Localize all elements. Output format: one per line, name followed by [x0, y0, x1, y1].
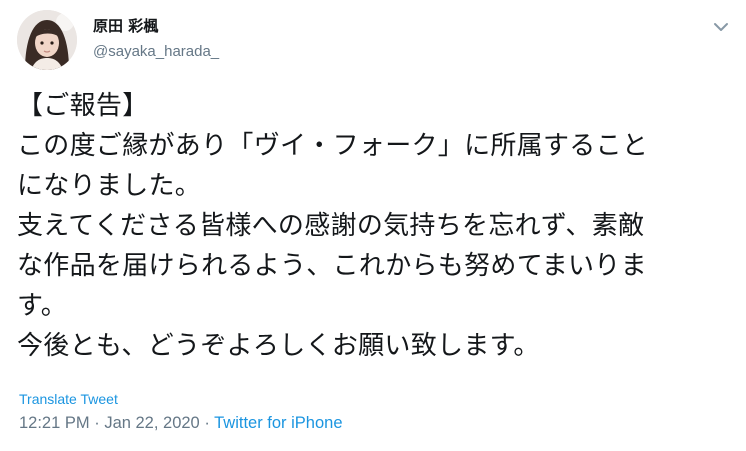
tweet-text: 【ご報告】 この度ご縁があり「ヴイ・フォーク」に所属すること になりました。 支… [17, 86, 729, 366]
avatar-photo [17, 10, 77, 70]
tweet-card: 原田 彩楓 @sayaka_harada_ 【ご報告】 この度ご縁があり「ヴイ・… [0, 0, 746, 451]
source-link[interactable]: Twitter for iPhone [214, 414, 342, 432]
avatar[interactable] [17, 10, 77, 70]
tweet-text-line: この度ご縁があり「ヴイ・フォーク」に所属すること [17, 131, 649, 161]
tweet-date[interactable]: Jan 22, 2020 [104, 414, 199, 432]
display-name[interactable]: 原田 彩楓 [93, 16, 219, 36]
tweet-text-line: な作品を届けられるよう、これからも努めてまいりま [17, 251, 647, 281]
tweet-text-line: 今後とも、どうぞよろしくお願い致します。 [17, 331, 540, 361]
tweet-header: 原田 彩楓 @sayaka_harada_ [17, 10, 732, 74]
author-names: 原田 彩楓 @sayaka_harada_ [93, 16, 219, 62]
tweet-text-line: になりました。 [17, 171, 202, 201]
translate-tweet-link[interactable]: Translate Tweet [19, 391, 118, 407]
tweet-time[interactable]: 12:21 PM [19, 414, 90, 432]
chevron-down-icon[interactable] [710, 16, 732, 38]
tweet-metadata: 12:21 PM · Jan 22, 2020 · Twitter for iP… [19, 413, 343, 433]
tweet-text-line: 【ご報告】 [17, 91, 149, 121]
separator: · [94, 414, 100, 432]
user-handle[interactable]: @sayaka_harada_ [93, 42, 219, 62]
separator: · [204, 414, 210, 432]
tweet-text-line: 支えてくださる皆様への感謝の気持ちを忘れず、素敵 [17, 211, 645, 241]
tweet-text-line: す。 [17, 291, 68, 321]
